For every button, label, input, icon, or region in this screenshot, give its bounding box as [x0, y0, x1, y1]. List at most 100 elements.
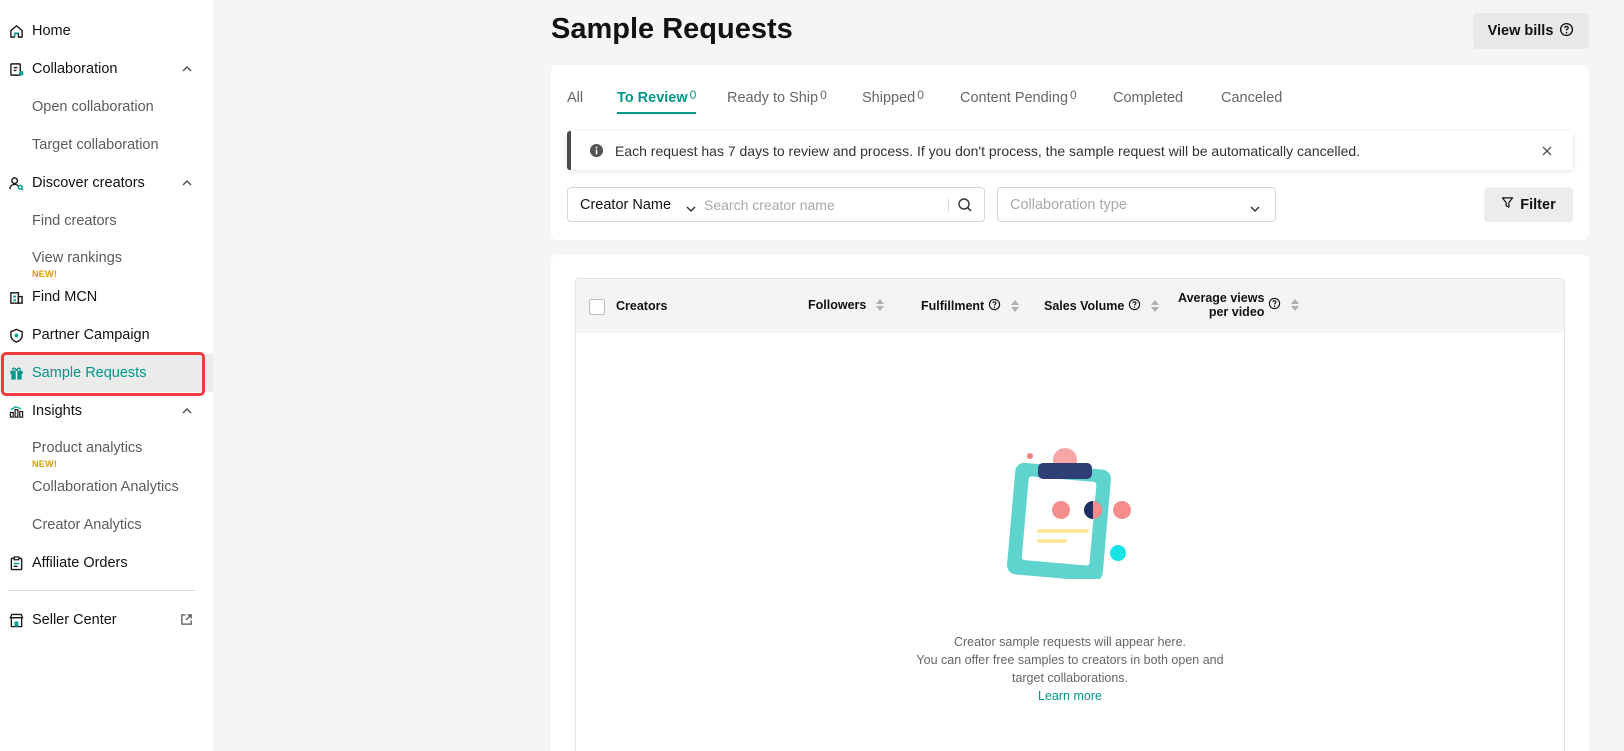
empty-state-message: Creator sample requests will appear here…: [900, 633, 1240, 705]
collaboration-type-placeholder: Collaboration type: [1010, 197, 1127, 213]
tab-label: Canceled: [1221, 90, 1283, 106]
collaboration-type-select[interactable]: Collaboration type: [997, 187, 1276, 222]
filter-label: Filter: [1520, 196, 1556, 213]
column-followers[interactable]: Followers: [808, 298, 885, 312]
tab-label: Completed: [1113, 90, 1184, 106]
sidebar-item-collaboration[interactable]: Collaboration: [0, 50, 213, 88]
sidebar-item-label: Sample Requests: [32, 365, 147, 381]
sidebar-item-product-analytics[interactable]: Product analytics NEW!: [0, 430, 213, 469]
view-bills-label: View bills: [1487, 23, 1554, 39]
view-bills-button[interactable]: View bills: [1473, 13, 1589, 49]
sidebar-item-label: Creator Analytics: [32, 517, 142, 533]
column-label-line2: per video: [1208, 305, 1265, 319]
sort-icon[interactable]: [1151, 300, 1160, 312]
search-separator: [948, 199, 949, 211]
column-label: Creators: [616, 299, 668, 313]
info-icon: [589, 143, 604, 163]
column-label: Followers: [808, 298, 867, 312]
column-sales-volume[interactable]: Sales Volume: [1044, 298, 1160, 314]
search-input[interactable]: [704, 189, 944, 220]
shield-icon: [8, 327, 24, 343]
sidebar-item-seller-center[interactable]: Seller Center: [0, 601, 213, 639]
building-icon: [8, 289, 24, 305]
sidebar-item-label: Discover creators: [32, 175, 145, 191]
sort-icon[interactable]: [1011, 300, 1020, 312]
sidebar-item-home[interactable]: Home: [0, 12, 213, 50]
sidebar-item-sample-requests[interactable]: Sample Requests: [0, 354, 213, 392]
column-label: Average views per video: [1178, 291, 1264, 319]
tab-count: 0: [917, 88, 924, 102]
help-circle-icon[interactable]: [1268, 297, 1281, 313]
clipboard-icon: [8, 555, 24, 571]
sidebar-item-label: Home: [32, 23, 71, 39]
tab-to-review[interactable]: To Review 0: [617, 88, 697, 114]
external-link-icon[interactable]: [180, 613, 193, 631]
table-header: Creators Followers Fulfillment Sales Vol…: [576, 279, 1564, 333]
sidebar-item-insights[interactable]: Insights: [0, 392, 213, 430]
learn-more-link[interactable]: Learn more: [900, 687, 1240, 705]
sidebar-item-collaboration-analytics[interactable]: Collaboration Analytics: [0, 468, 213, 506]
sidebar-item-discover-creators[interactable]: Discover creators: [0, 164, 213, 202]
tab-all[interactable]: All: [567, 88, 585, 114]
column-fulfillment[interactable]: Fulfillment: [921, 298, 1020, 314]
sidebar-divider: [8, 590, 196, 591]
sidebar-item-view-rankings[interactable]: View rankings NEW!: [0, 240, 213, 279]
search-icon[interactable]: [957, 197, 973, 218]
gift-icon: [8, 365, 24, 381]
sidebar-item-find-creators[interactable]: Find creators: [0, 202, 213, 240]
collaboration-icon: [8, 61, 24, 77]
sidebar-item-affiliate-orders[interactable]: Affiliate Orders: [0, 544, 213, 582]
sidebar-item-label: Partner Campaign: [32, 327, 150, 343]
home-icon: [8, 23, 24, 39]
close-icon[interactable]: [1541, 144, 1553, 162]
sidebar-item-label: Product analytics: [32, 440, 143, 456]
filter-icon: [1501, 196, 1514, 213]
tab-count: 0: [1070, 88, 1077, 102]
sidebar: Home Collaboration Open collaboration Ta…: [0, 0, 213, 751]
chevron-up-icon[interactable]: [181, 62, 193, 80]
filter-button[interactable]: Filter: [1484, 187, 1573, 222]
column-average-views[interactable]: Average views per video: [1178, 291, 1300, 319]
tab-canceled[interactable]: Canceled: [1221, 88, 1284, 114]
chevron-up-icon[interactable]: [181, 404, 193, 422]
person-search-icon: [8, 175, 24, 191]
sort-icon[interactable]: [1291, 299, 1300, 311]
sidebar-item-target-collaboration[interactable]: Target collaboration: [0, 126, 213, 164]
sort-icon[interactable]: [876, 299, 885, 311]
tab-ready-to-ship[interactable]: Ready to Ship 0: [727, 88, 827, 114]
chevron-down-icon: [1249, 201, 1261, 219]
sidebar-item-creator-analytics[interactable]: Creator Analytics: [0, 506, 213, 544]
tab-shipped[interactable]: Shipped 0: [862, 88, 924, 114]
tab-label: Ready to Ship: [727, 90, 819, 106]
tab-label: Content Pending: [960, 90, 1069, 106]
sidebar-item-label: Collaboration Analytics: [32, 479, 179, 495]
sidebar-item-find-mcn[interactable]: Find MCN: [0, 278, 213, 316]
sidebar-item-label: Find MCN: [32, 289, 98, 305]
empty-state-line1: Creator sample requests will appear here…: [953, 635, 1187, 649]
sidebar-item-open-collaboration[interactable]: Open collaboration: [0, 88, 213, 126]
bar-chart-icon: [8, 403, 24, 419]
search-field-select[interactable]: Creator Name: [580, 197, 671, 213]
sidebar-item-label: Find creators: [32, 213, 117, 229]
column-label-line1: Average views: [1178, 291, 1265, 305]
help-circle-icon[interactable]: [1128, 298, 1141, 314]
sidebar-item-label: Affiliate Orders: [32, 555, 128, 571]
sidebar-item-label: Seller Center: [32, 612, 117, 628]
tab-content-pending[interactable]: Content Pending 0: [960, 88, 1077, 114]
sidebar-item-label: Open collaboration: [32, 99, 154, 115]
chevron-up-icon[interactable]: [181, 176, 193, 194]
column-creators: Creators: [616, 299, 667, 313]
sidebar-item-label: Collaboration: [32, 61, 118, 77]
sidebar-item-partner-campaign[interactable]: Partner Campaign: [0, 316, 213, 354]
column-label: Fulfillment: [921, 299, 985, 313]
store-icon: [8, 612, 24, 628]
notice-text: Each request has 7 days to review and pr…: [615, 142, 1361, 159]
info-notice: Each request has 7 days to review and pr…: [567, 131, 1573, 170]
chevron-down-icon[interactable]: [685, 201, 697, 219]
tab-completed[interactable]: Completed: [1113, 88, 1185, 114]
help-circle-icon[interactable]: [988, 298, 1001, 314]
tab-label: Shipped: [862, 90, 916, 106]
select-all-checkbox[interactable]: [589, 299, 605, 315]
tab-label: All: [567, 90, 584, 106]
sidebar-item-label: Target collaboration: [32, 137, 159, 153]
